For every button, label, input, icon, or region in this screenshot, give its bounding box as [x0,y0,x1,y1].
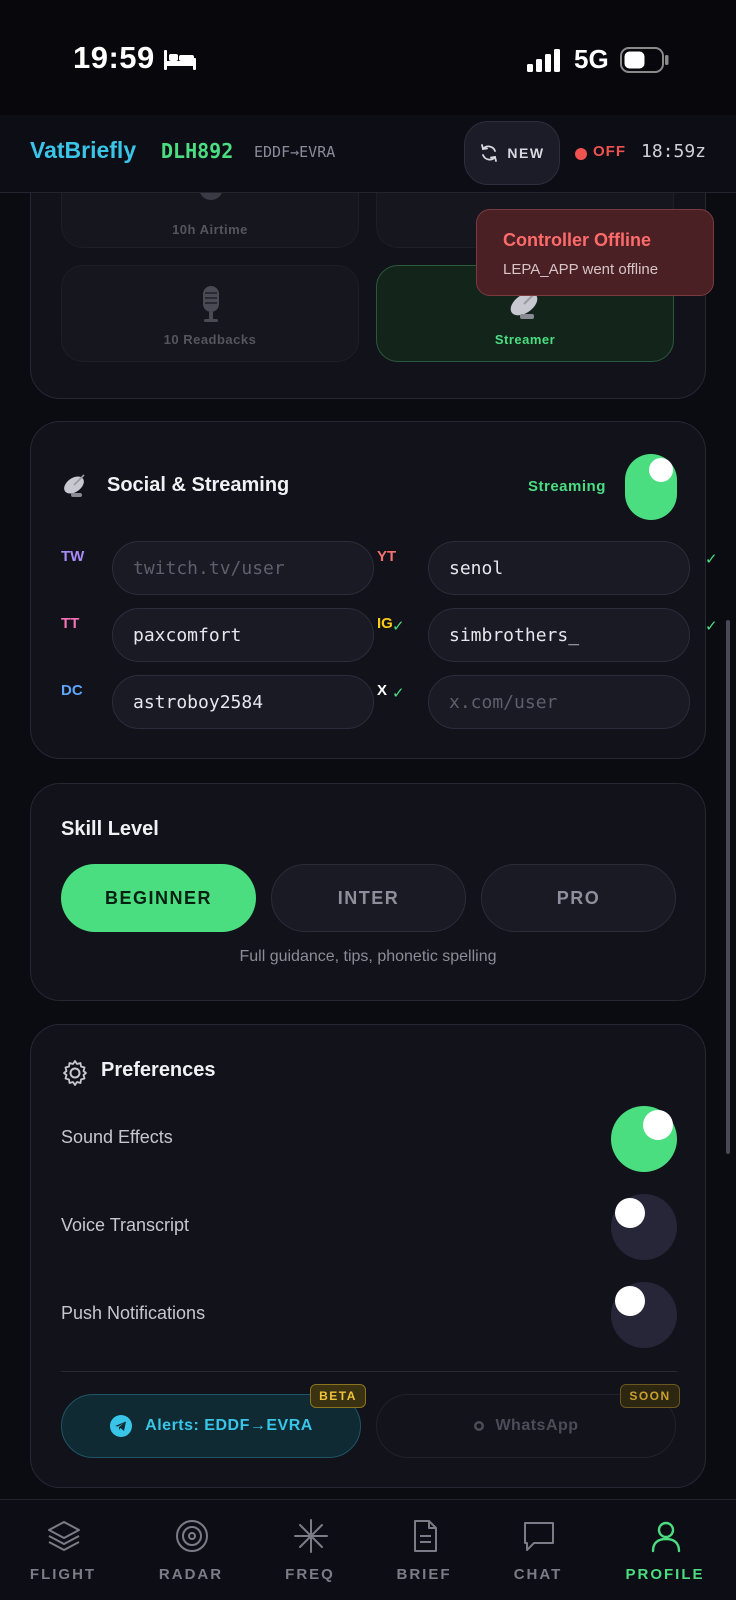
toast-title: Controller Offline [503,230,651,250]
nav-freq[interactable]: FREQ [249,1500,371,1600]
satellite-dish-icon [64,474,85,497]
whatsapp-icon [474,1421,485,1431]
zulu-time: 18:59z [641,141,707,162]
verified-check-icon: ✓ [705,551,718,568]
platform-label-discord: DC [61,682,83,699]
skill-pro-button[interactable]: PRO [481,864,676,932]
nav-label: FLIGHT [29,1566,97,1583]
twitch-placeholder: twitch.tv/user [133,557,285,579]
alerts-label: Alerts: EDDF→EVRA [145,1417,313,1434]
nav-profile[interactable]: PROFILE [604,1500,726,1600]
achievement-label: 10h Airtime [172,222,248,237]
social-streaming-card: Social & Streaming Streaming TW twitch.t… [30,421,718,759]
nav-label: BRIEF [396,1566,452,1583]
whatsapp-label: WhatsApp [495,1417,579,1434]
new-label: NEW [507,145,545,161]
nav-label: PROFILE [625,1566,705,1583]
achievement-label: Streamer [494,332,556,347]
achievement-label: 10 Readbacks [163,332,257,347]
nav-flight[interactable]: FLIGHT [2,1500,124,1600]
toggle-knob [615,1198,645,1228]
frequency-icon [294,1519,328,1553]
skill-level-card: Skill Level BEGINNER INTER PRO Full guid… [30,783,706,1001]
scrollbar[interactable] [726,620,730,1154]
social-title: Social & Streaming [107,474,290,496]
gear-icon [63,1060,87,1086]
callsign: DLH892 [161,139,234,163]
push-notifications-label: Push Notifications [61,1303,206,1323]
microphone-icon [203,286,219,322]
system-status-bar: 19:59 5G [0,0,736,115]
youtube-field[interactable]: senol [428,541,690,595]
status-time: 19:59 [73,40,155,75]
skill-beginner-button[interactable]: BEGINNER [61,864,256,932]
tiktok-value: paxcomfort [133,624,242,646]
cellular-signal-icon [527,49,560,72]
new-flight-button[interactable]: NEW [464,121,560,185]
notification-toast[interactable]: Controller Offline LEPA_APP went offline [476,209,714,296]
youtube-value: senol [449,557,504,579]
connection-status-dot [575,148,587,160]
nav-chat[interactable]: CHAT [477,1500,599,1600]
streaming-toggle[interactable] [625,454,677,520]
radar-icon [176,1520,208,1552]
skill-inter-button[interactable]: INTER [271,864,466,932]
instagram-value: simbrothers_ [449,624,580,646]
platform-label-x: X [377,682,388,699]
x-field[interactable]: x.com/user [428,675,690,729]
push-notifications-toggle[interactable] [611,1282,677,1348]
x-placeholder: x.com/user [449,691,558,713]
achievement-tile: 10 Readbacks [61,265,359,362]
beta-badge: BETA [310,1384,366,1408]
toggle-knob [649,458,673,482]
layers-icon [48,1521,80,1551]
skill-title: Skill Level [61,818,159,840]
route: EDDF→EVRA [254,143,336,161]
platform-label-twitch: TW [61,548,85,565]
preferences-card: Preferences Sound Effects Voice Transcri… [30,1024,706,1488]
verified-check-icon: ✓ [392,685,405,702]
preferences-title: Preferences [101,1059,216,1081]
tiktok-field[interactable]: paxcomfort [112,608,374,662]
toggle-knob [643,1110,673,1140]
nav-label: RADAR [158,1566,224,1583]
discord-field[interactable]: astroboy2584 [112,675,374,729]
telegram-icon [110,1415,133,1437]
skill-description: Full guidance, tips, phonetic spelling [239,948,497,965]
streaming-label: Streaming [528,478,606,495]
voice-transcript-label: Voice Transcript [61,1215,190,1235]
chat-icon [524,1522,554,1551]
platform-label-youtube: YT [377,548,397,565]
sound-effects-toggle[interactable] [611,1106,677,1172]
soon-badge: SOON [620,1384,680,1408]
voice-transcript-toggle[interactable] [611,1194,677,1260]
discord-value: astroboy2584 [133,691,264,713]
toast-message: LEPA_APP went offline [503,261,659,278]
toggle-knob [615,1286,645,1316]
app-header: VatBriefly DLH892 EDDF→EVRA NEW OFF 18:5… [0,115,736,193]
connection-status-label: OFF [593,143,626,160]
app-title: VatBriefly [30,137,137,163]
divider [61,1371,677,1372]
sleep-focus-icon [164,50,196,70]
nav-radar[interactable]: RADAR [130,1500,252,1600]
document-icon [414,1520,437,1552]
battery-icon [620,47,669,73]
nav-label: FREQ [285,1566,335,1583]
instagram-field[interactable]: simbrothers_ [428,608,690,662]
platform-label-tiktok: TT [61,615,80,632]
sound-effects-label: Sound Effects [61,1127,173,1147]
platform-label-instagram: IG [377,615,393,632]
verified-check-icon: ✓ [392,618,405,635]
nav-label: CHAT [513,1566,563,1583]
twitch-field[interactable]: twitch.tv/user [112,541,374,595]
user-icon [651,1521,681,1553]
refresh-icon [481,144,498,162]
nav-brief[interactable]: BRIEF [363,1500,485,1600]
network-type: 5G [574,44,609,74]
verified-check-icon: ✓ [705,618,718,635]
bottom-navigation: FLIGHT RADAR FREQ BRIEF CHAT PROFILE [0,1499,736,1600]
